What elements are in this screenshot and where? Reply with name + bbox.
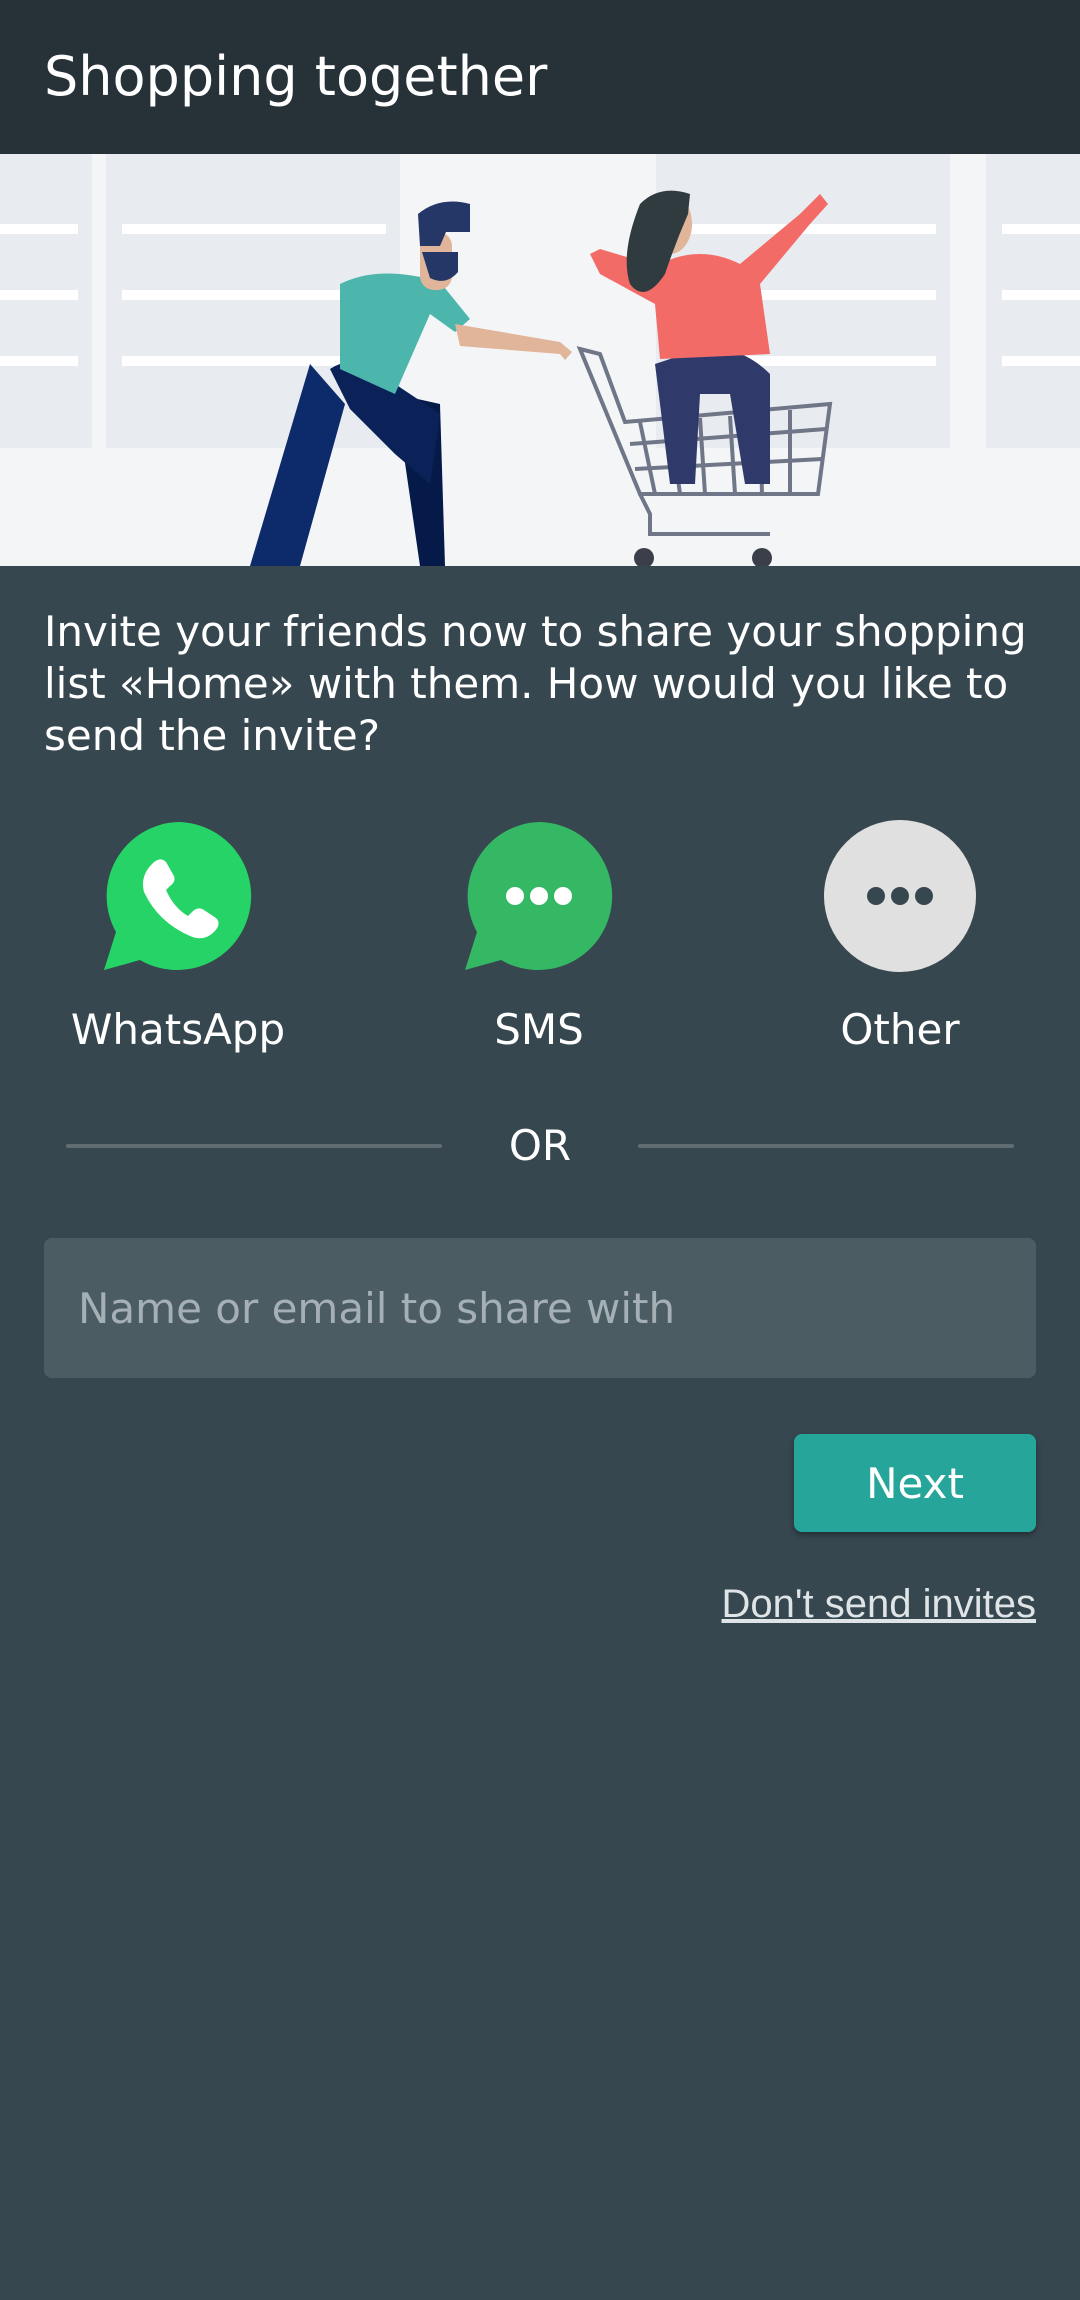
more-icon	[824, 820, 976, 972]
app-bar: Shopping together	[0, 0, 1080, 154]
invite-description: Invite your friends now to share your sh…	[44, 607, 1027, 760]
share-whatsapp-option[interactable]: WhatsApp	[28, 818, 328, 1058]
sms-label: SMS	[494, 1005, 584, 1054]
page-title: Shopping together	[44, 45, 548, 108]
share-other-option[interactable]: Other	[750, 818, 1050, 1058]
hero-illustration	[0, 154, 1080, 566]
divider-line-right	[638, 1144, 1014, 1148]
share-input-container	[44, 1238, 1036, 1378]
whatsapp-icon	[104, 822, 252, 970]
next-button[interactable]: Next	[794, 1434, 1036, 1532]
shopping-couple-illustration	[0, 154, 1080, 566]
other-label: Other	[840, 1005, 960, 1054]
whatsapp-label: WhatsApp	[70, 1005, 286, 1054]
name-or-email-input[interactable]	[44, 1238, 1036, 1378]
sms-icon	[465, 822, 613, 970]
share-sms-option[interactable]: SMS	[389, 818, 689, 1058]
or-divider: OR	[66, 1108, 1014, 1188]
dont-send-invites-link[interactable]: Don't send invites	[722, 1576, 1036, 1632]
